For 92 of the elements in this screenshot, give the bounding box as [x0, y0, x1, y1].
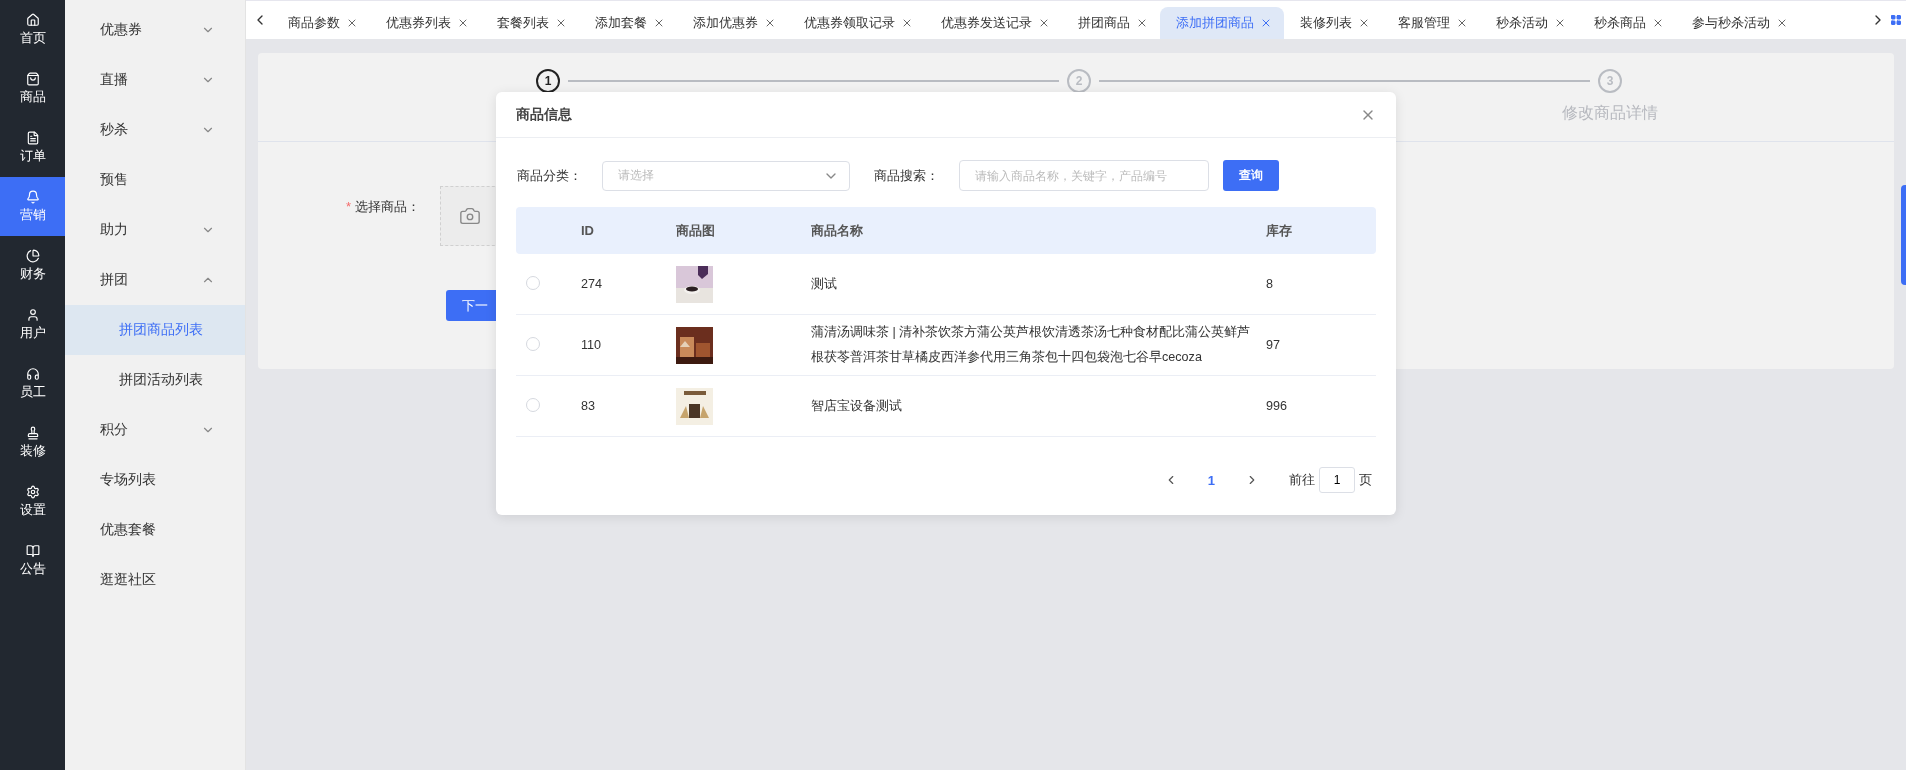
- rail-item[interactable]: 公告: [0, 531, 65, 590]
- close-icon[interactable]: [1652, 17, 1664, 29]
- radio-button[interactable]: [526, 336, 540, 351]
- tab[interactable]: 套餐列表: [481, 7, 579, 39]
- sidebar-item[interactable]: 逛逛社区: [65, 555, 245, 605]
- page-suffix: 页: [1359, 471, 1372, 489]
- table-cell-text: 智店宝设备测试: [811, 397, 903, 415]
- sidebar-item[interactable]: 预售: [65, 155, 245, 205]
- tab[interactable]: 秒杀活动: [1480, 7, 1578, 39]
- column-header: 库存: [1266, 221, 1293, 240]
- tab[interactable]: 商品参数: [272, 7, 370, 39]
- page-input[interactable]: 1: [1319, 467, 1355, 493]
- sidebar-item[interactable]: 积分: [65, 405, 245, 455]
- column-header: ID: [581, 223, 595, 238]
- close-icon[interactable]: [1136, 17, 1148, 29]
- rail-item[interactable]: 商品: [0, 59, 65, 118]
- close-icon[interactable]: [1038, 17, 1050, 29]
- sidebar-subitem[interactable]: 拼团商品列表: [65, 305, 245, 355]
- table-cell-text: 蒲清汤调味茶 | 清补茶饮茶方蒲公英芦根饮清透茶汤七种食材配比蒲公英鲜芦根茯苓普洱茶甘草橘皮西洋参代用三角茶包十四包袋泡七谷早cecoza: [811, 324, 1252, 366]
- field-label: 商品搜索：: [874, 166, 939, 185]
- close-icon[interactable]: [1456, 17, 1468, 29]
- grid-icon[interactable]: [1890, 14, 1902, 26]
- close-icon[interactable]: [555, 17, 567, 29]
- settings-icon: [25, 484, 40, 499]
- search-field[interactable]: 请输入商品名称，关键字，产品编号: [959, 160, 1209, 191]
- bag-icon: [25, 71, 40, 86]
- query-button[interactable]: 查询: [1223, 160, 1279, 191]
- table-cell-text: 83: [581, 397, 596, 415]
- tab[interactable]: 添加优惠券: [677, 7, 788, 39]
- tab[interactable]: 优惠券领取记录: [788, 7, 925, 39]
- rail-item[interactable]: 设置: [0, 472, 65, 531]
- radio-button[interactable]: [526, 397, 540, 412]
- step-label: 修改商品详情: [1562, 103, 1658, 123]
- tab[interactable]: 装修列表: [1284, 7, 1382, 39]
- sidebar-item[interactable]: 优惠券: [65, 5, 245, 55]
- close-icon[interactable]: [1554, 17, 1566, 29]
- headphones-icon: [25, 366, 40, 381]
- table-cell-text: 274: [581, 275, 603, 293]
- tab[interactable]: 优惠券列表: [370, 7, 481, 39]
- tab[interactable]: 秒杀商品: [1578, 7, 1676, 39]
- rail-item[interactable]: 订单: [0, 118, 65, 177]
- sidebar-item[interactable]: 优惠套餐: [65, 505, 245, 555]
- close-icon[interactable]: [1260, 17, 1272, 29]
- close-icon[interactable]: [346, 17, 358, 29]
- sidebar-item[interactable]: 助力: [65, 205, 245, 255]
- close-icon[interactable]: [653, 17, 665, 29]
- table-cell-text: 测试: [811, 275, 838, 293]
- sidebar-item[interactable]: 拼团: [65, 255, 245, 305]
- page-number[interactable]: 1: [1207, 472, 1215, 488]
- step-number: 3: [1598, 69, 1622, 93]
- bell-icon: [25, 189, 40, 204]
- tab[interactable]: 优惠券发送记录: [925, 7, 1062, 39]
- home-icon: [25, 12, 40, 27]
- table-cell-text: 996: [1266, 397, 1288, 415]
- sidebar-subitem[interactable]: 拼团活动列表: [65, 355, 245, 405]
- close-icon[interactable]: [901, 17, 913, 29]
- rail-item[interactable]: 员工: [0, 354, 65, 413]
- table-cell-text: 8: [1266, 275, 1274, 293]
- close-icon[interactable]: [764, 17, 776, 29]
- side-handle[interactable]: [1901, 185, 1906, 285]
- rail-item[interactable]: 装修: [0, 413, 65, 472]
- sidebar-item[interactable]: 专场列表: [65, 455, 245, 505]
- field-label: 商品分类：: [517, 166, 582, 185]
- step-number: 1: [536, 69, 560, 93]
- dialog-title: 商品信息: [516, 105, 572, 124]
- column-header: 商品图: [676, 221, 716, 240]
- close-icon[interactable]: [1358, 17, 1370, 29]
- close-icon[interactable]: [457, 17, 469, 29]
- rail-item[interactable]: 营销: [0, 177, 65, 236]
- stamp-icon: [25, 425, 40, 440]
- column-header: 商品名称: [811, 221, 864, 240]
- table-cell-text: 97: [1266, 336, 1281, 354]
- radio-button[interactable]: [526, 275, 540, 290]
- step-number: 2: [1067, 69, 1091, 93]
- rail-item[interactable]: 财务: [0, 236, 65, 295]
- goto-label: 前往: [1289, 471, 1315, 489]
- sidebar-item[interactable]: 秒杀: [65, 105, 245, 155]
- pie-chart-icon: [25, 248, 40, 263]
- user-icon: [25, 307, 40, 322]
- rail-item[interactable]: 用户: [0, 295, 65, 354]
- tab[interactable]: 客服管理: [1382, 7, 1480, 39]
- document-icon: [25, 130, 40, 145]
- sidebar-item[interactable]: 直播: [65, 55, 245, 105]
- table-cell-text: 110: [581, 336, 603, 354]
- tab[interactable]: 参与秒杀活动: [1676, 7, 1800, 39]
- close-icon[interactable]: [1776, 17, 1788, 29]
- tab[interactable]: 添加套餐: [579, 7, 677, 39]
- tab[interactable]: 添加拼团商品: [1160, 7, 1284, 39]
- rail-item[interactable]: 首页: [0, 0, 65, 59]
- book-icon: [25, 543, 40, 558]
- field-label: * 选择商品：: [346, 198, 421, 216]
- tab[interactable]: 拼团商品: [1062, 7, 1160, 39]
